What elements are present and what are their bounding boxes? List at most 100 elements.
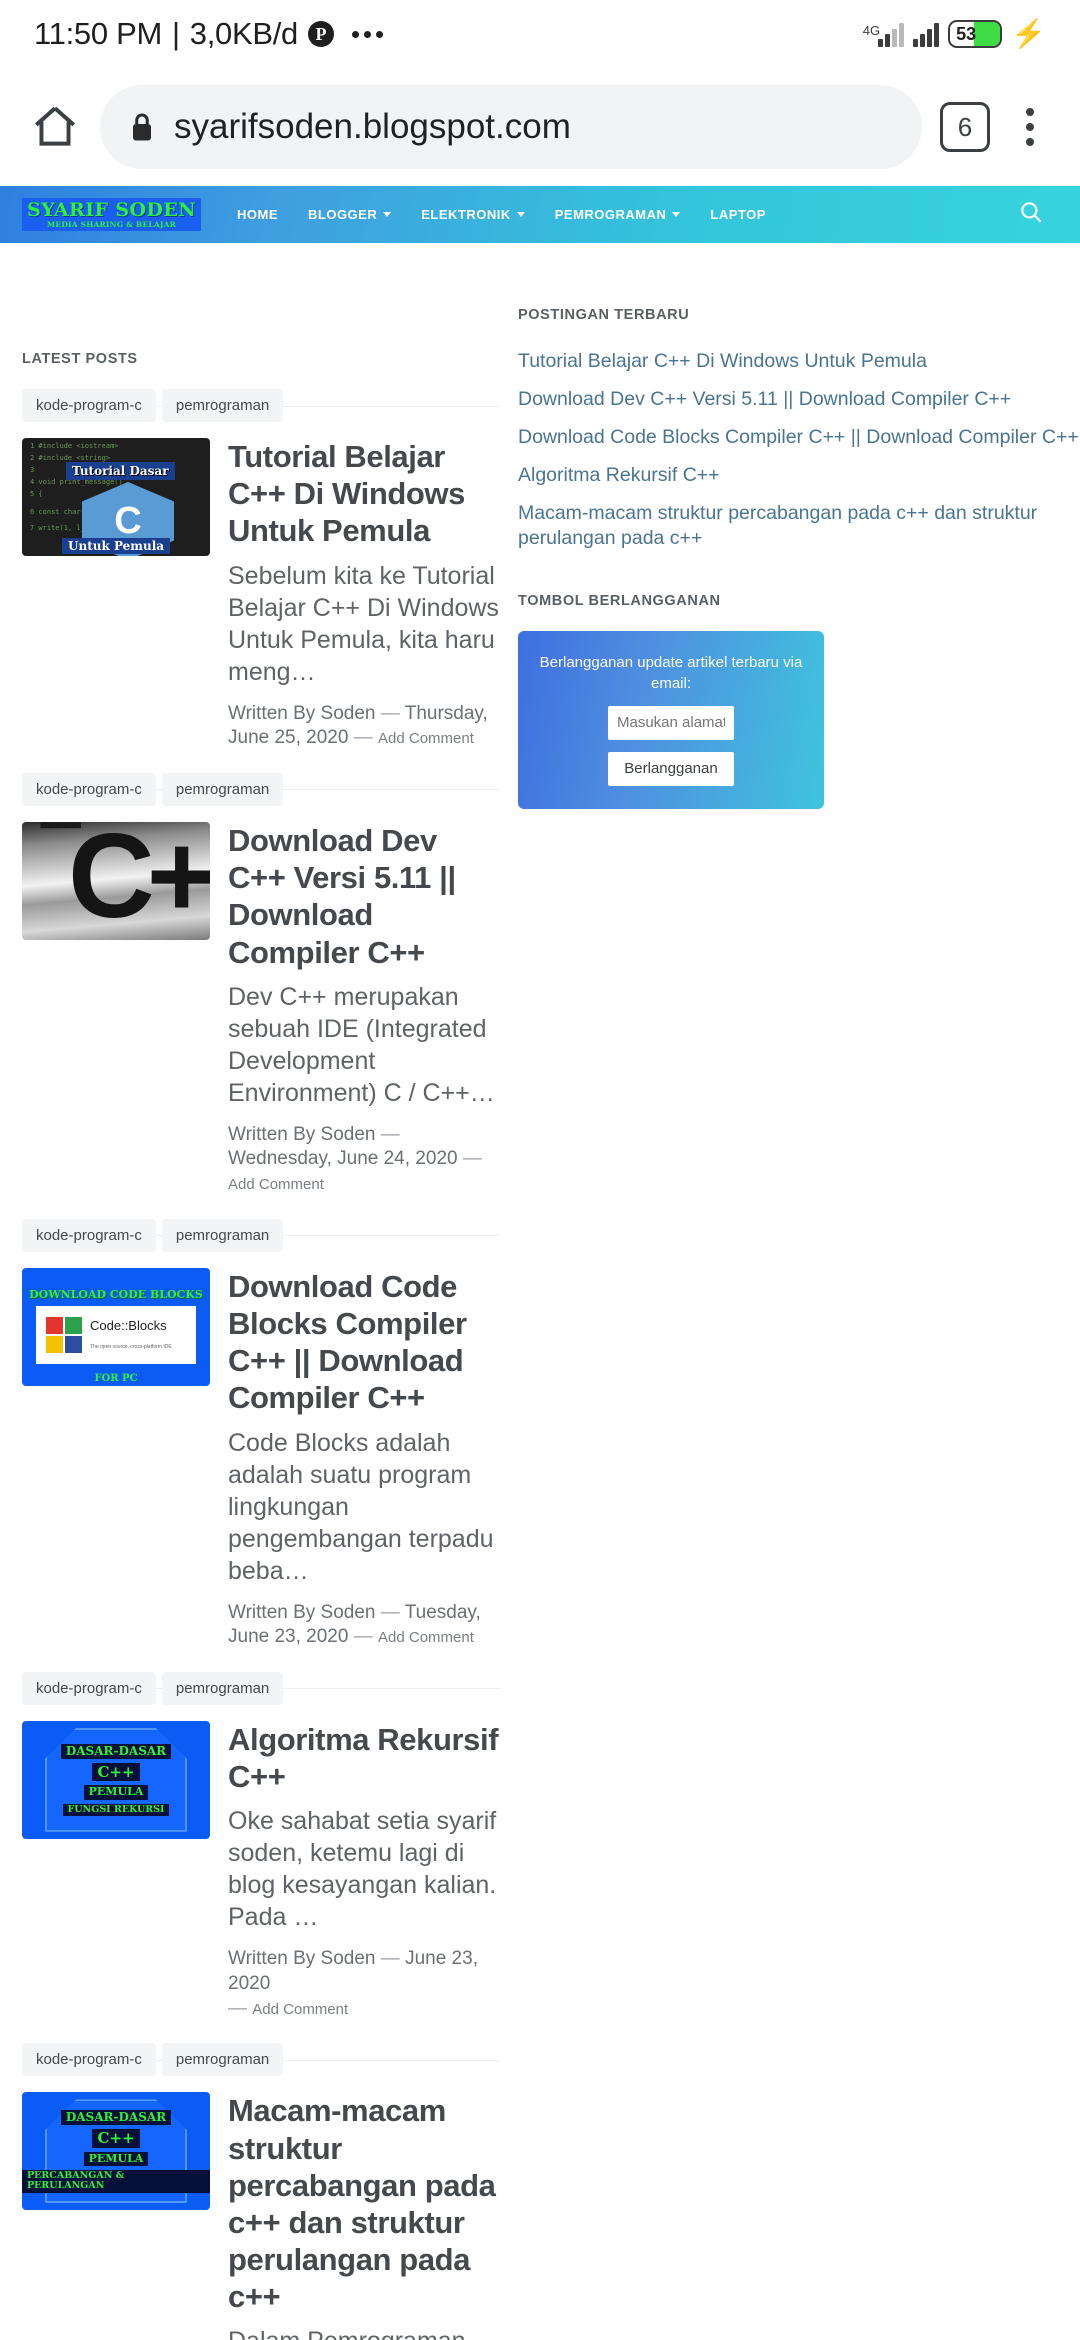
- code-line: 3: [30, 466, 35, 474]
- tag-chip[interactable]: kode-program-c: [22, 389, 156, 422]
- tag-chip[interactable]: kode-program-c: [22, 772, 156, 806]
- badge-line-3: PEMULA: [83, 2151, 149, 2166]
- tag-chip[interactable]: kode-program-c: [22, 2043, 156, 2077]
- sidebar: POSTINGAN TERBARU Tutorial Belajar C++ D…: [500, 249, 1080, 2340]
- add-comment-link[interactable]: Add Comment: [228, 1176, 324, 1193]
- nav-label: LAPTOP: [710, 207, 766, 222]
- post-excerpt: Oke sahabat setia syarif soden, ketemu l…: [228, 1807, 497, 1932]
- site-logo[interactable]: SYARIF SODEN MEDIA SHARING & BELAJAR: [22, 198, 201, 231]
- post-title[interactable]: Download Dev C++ Versi 5.11 || Download …: [228, 822, 500, 971]
- thumb-underbar-text: Untuk Pemula: [62, 538, 171, 554]
- post-date: Wednesday, June 24, 2020: [228, 1148, 458, 1170]
- post-thumbnail[interactable]: DASAR-DASAR C++ PEMULA FUNGSI REKURSI: [22, 1720, 210, 1839]
- search-icon[interactable]: [1018, 199, 1044, 230]
- post-title[interactable]: Download Code Blocks Compiler C++ || Dow…: [228, 1268, 500, 1417]
- meta-separator: —: [353, 727, 373, 749]
- post-card[interactable]: kode-program-c pemrograman DEV C+ Downlo…: [22, 772, 500, 1201]
- meta-separator: —: [380, 1948, 400, 1970]
- nav-item-elektronik[interactable]: ELEKTRONIK: [421, 207, 525, 222]
- post-author: Written By Soden: [228, 1948, 376, 1970]
- meta-separator: —: [353, 1626, 373, 1648]
- badge-line-4: FUNGSI REKURSI: [62, 1803, 170, 1816]
- post-thumbnail[interactable]: DOWNLOAD CODE BLOCKS Code::Blocks The op…: [22, 1267, 210, 1386]
- tag-chip[interactable]: pemrograman: [161, 1671, 284, 1705]
- post-thumbnail[interactable]: DASAR-DASAR C++ PEMULA PERCABANGAN & PER…: [22, 2092, 210, 2211]
- post-tags: kode-program-c pemrograman: [22, 1218, 500, 1252]
- code-line: 7 write(1, l_m: [30, 524, 90, 532]
- post-text: Tutorial Belajar C++ Di Windows Untuk Pe…: [228, 438, 500, 751]
- post-thumbnail[interactable]: 1 #include <iostream> 2 #include <string…: [22, 438, 210, 556]
- network-type-label: 4G: [862, 23, 881, 38]
- post-author: Written By Soden: [228, 1601, 376, 1623]
- tag-chip[interactable]: pemrograman: [161, 2043, 284, 2077]
- overflow-menu-icon[interactable]: [1008, 108, 1052, 146]
- post-author: Written By Soden: [228, 702, 376, 724]
- nav-links: HOME BLOGGER ELEKTRONIK PEMROGRAMAN LAPT…: [237, 207, 766, 222]
- thumb-top-text: DOWNLOAD CODE BLOCKS: [29, 1287, 203, 1301]
- nav-item-pemrograman[interactable]: PEMROGRAMAN: [555, 207, 681, 222]
- post-author: Written By Soden: [228, 1123, 376, 1145]
- meta-separator: —: [380, 702, 400, 724]
- site-logo-title: SYARIF SODEN: [27, 199, 196, 222]
- tag-chip[interactable]: pemrograman: [161, 772, 284, 806]
- code-line: 2 #include <string>: [30, 454, 111, 462]
- subscribe-heading: TOMBOL BERLANGGANAN: [518, 592, 721, 609]
- subscribe-email-input[interactable]: [608, 705, 734, 740]
- post-title[interactable]: Algoritma Rekursif C++: [228, 1721, 500, 1795]
- post-meta: Written By Soden — Thursday, June 25, 20…: [228, 702, 500, 751]
- url-text: syarifsoden.blogspot.com: [174, 107, 571, 146]
- site-logo-subtitle: MEDIA SHARING & BELAJAR: [46, 220, 177, 230]
- badge-line-1: DASAR-DASAR: [60, 2109, 172, 2126]
- add-comment-link[interactable]: Add Comment: [378, 1629, 474, 1646]
- latest-posts-heading: LATEST POSTS: [22, 351, 138, 367]
- battery-icon: 53: [948, 20, 1003, 48]
- recent-post-link[interactable]: Macam-macam struktur percabangan pada c+…: [518, 501, 1080, 551]
- tab-counter-button[interactable]: 6: [940, 102, 990, 152]
- recent-post-link[interactable]: Download Dev C++ Versi 5.11 || Download …: [518, 387, 1080, 412]
- tag-chip[interactable]: pemrograman: [161, 1218, 284, 1252]
- add-comment-link[interactable]: Add Comment: [378, 730, 474, 747]
- add-comment-link[interactable]: Add Comment: [252, 2001, 348, 2018]
- lock-icon: [130, 112, 154, 142]
- url-bar[interactable]: syarifsoden.blogspot.com: [100, 85, 922, 169]
- post-thumbnail[interactable]: DEV C+: [22, 821, 210, 940]
- recent-post-link[interactable]: Algoritma Rekursif C++: [518, 463, 1080, 488]
- recent-post-link[interactable]: Tutorial Belajar C++ Di Windows Untuk Pe…: [518, 349, 1080, 374]
- codeblocks-logo-icon: Code::Blocks The open source, cross-plat…: [36, 1305, 196, 1364]
- status-bar: 11:50 PM | 3,0KB/d P 4G 53 ⚡: [0, 0, 1080, 68]
- nav-item-laptop[interactable]: LAPTOP: [710, 207, 766, 222]
- post-text: Algoritma Rekursif C++ Oke sahabat setia…: [228, 1721, 500, 2021]
- post-title[interactable]: Macam-macam struktur percabangan pada c+…: [228, 2092, 500, 2315]
- post-title[interactable]: Tutorial Belajar C++ Di Windows Untuk Pe…: [228, 438, 500, 550]
- post-excerpt: Dalam Pemrograman C++…: [228, 2325, 500, 2340]
- subscribe-button[interactable]: Berlangganan: [608, 751, 734, 786]
- recent-post-link[interactable]: Download Code Blocks Compiler C++ || Dow…: [518, 425, 1080, 450]
- badge-line-2: C++: [92, 1762, 140, 1782]
- post-card[interactable]: kode-program-c pemrograman DASAR-DASAR C…: [22, 2043, 500, 2340]
- tag-chip[interactable]: kode-program-c: [22, 1671, 156, 1705]
- tag-chip[interactable]: kode-program-c: [22, 1218, 156, 1252]
- nav-item-blogger[interactable]: BLOGGER: [308, 207, 392, 222]
- thumb-banner-text: Tutorial Dasar: [66, 462, 175, 480]
- post-text: Download Dev C++ Versi 5.11 || Download …: [228, 822, 500, 1197]
- recent-posts-list: Tutorial Belajar C++ Di Windows Untuk Pe…: [518, 349, 1080, 551]
- chevron-down-icon: [516, 212, 525, 217]
- home-icon[interactable]: [28, 100, 82, 154]
- post-excerpt: Code Blocks adalah adalah suatu program …: [228, 1428, 494, 1585]
- meta-separator: —: [462, 1148, 482, 1170]
- thumb-bottom-text: FOR PC: [94, 1372, 138, 1384]
- post-card[interactable]: kode-program-c pemrograman DOWNLOAD CODE…: [22, 1218, 500, 1654]
- nav-item-home[interactable]: HOME: [237, 207, 278, 222]
- recent-posts-heading: POSTINGAN TERBARU: [518, 307, 690, 323]
- post-tags: kode-program-c pemrograman: [22, 2043, 500, 2077]
- nav-label: PEMROGRAMAN: [554, 207, 667, 222]
- meta-separator: —: [380, 1601, 400, 1623]
- post-card[interactable]: kode-program-c pemrograman 1 #include <i…: [22, 389, 500, 755]
- tag-chip[interactable]: pemrograman: [161, 389, 284, 422]
- post-card[interactable]: kode-program-c pemrograman DASAR-DASAR C…: [22, 1671, 500, 2025]
- badge-line-3: PEMULA: [83, 1785, 149, 1800]
- badge-line-4: PERCABANGAN & PERULANGAN: [22, 2169, 210, 2193]
- subscribe-widget: Berlangganan update artikel terbaru via …: [518, 630, 824, 809]
- status-bar-right: 4G 53 ⚡: [863, 20, 1046, 48]
- main-column: LATEST POSTS kode-program-c pemrograman …: [0, 249, 500, 2340]
